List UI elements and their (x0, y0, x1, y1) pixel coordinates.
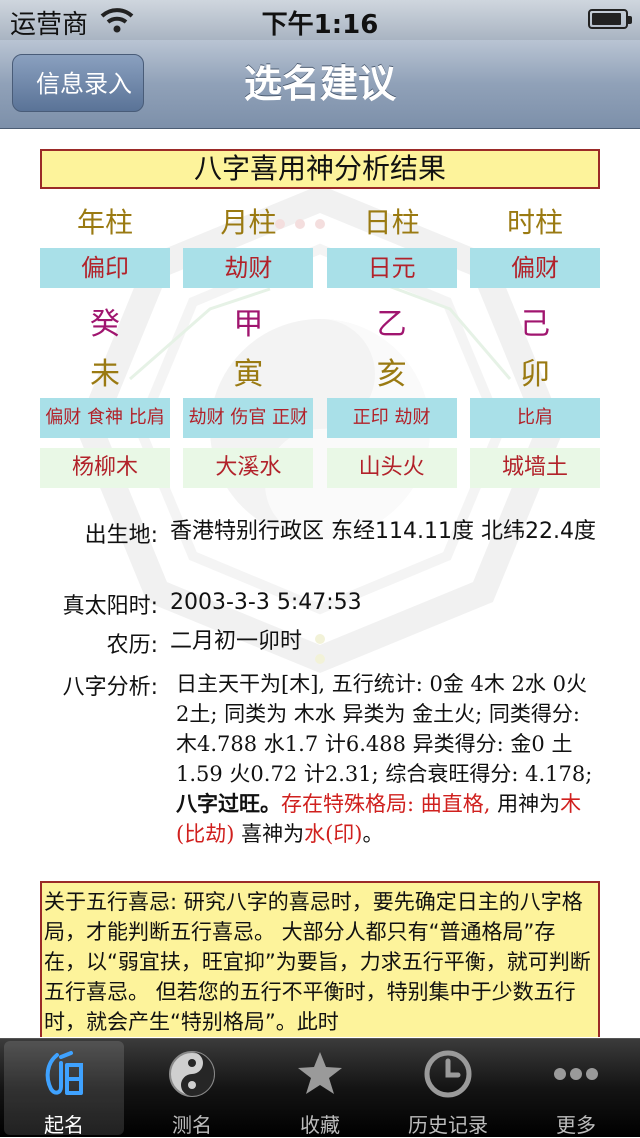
hidden-stems-cell: 比肩 (469, 398, 600, 438)
star-icon (298, 1052, 342, 1094)
tab-more[interactable]: 更多 (516, 1041, 636, 1137)
heavenly-stem: 己 (519, 307, 550, 342)
nayin-cell: 山头火 (326, 448, 457, 488)
analysis-text: 日主天干为[木], 五行统计: 0金 4木 2水 0火 2土; 同类为 木水 异… (176, 669, 596, 849)
lunar-value: 二月初一卯时 (170, 629, 303, 654)
nayin-cell: 杨柳木 (40, 448, 170, 488)
hidden-stems-row: 偏财 食神 比肩 劫财 伤官 正财 正印 劫财 比肩 (40, 398, 600, 438)
earthly-branch: 寅 (233, 357, 264, 392)
birthplace-label: 出生地: (84, 523, 158, 548)
heavenly-stem: 甲 (233, 307, 264, 342)
ten-god-cell: 日元 (326, 248, 457, 288)
lunar-row: 农历: 二月初一卯时 (0, 627, 640, 659)
pillar-name: 月柱 (220, 206, 277, 239)
tab-favorites[interactable]: 收藏 (260, 1041, 380, 1137)
status-bar: 运营商 下午1:16 (0, 0, 640, 40)
birthplace-row: 出生地: 香港特别行政区 东经114.11度 北纬22.4度 (0, 517, 640, 579)
pillar-name: 日柱 (363, 206, 420, 239)
analysis-row: 八字分析: 日主天干为[木], 五行统计: 0金 4木 2水 0火 2土; 同类… (0, 669, 640, 879)
tab-naming[interactable]: 起名 (4, 1041, 124, 1137)
solar-time-value: 2003-3-3 5:47:53 (170, 590, 362, 615)
ten-god-row: 偏印 劫财 日元 偏财 (40, 248, 600, 288)
pillar-name: 年柱 (76, 206, 133, 239)
nayin-row: 杨柳木 大溪水 山头火 城墙土 (40, 448, 600, 488)
heavenly-stem-row: 癸 甲 乙 己 (40, 299, 600, 342)
analysis-part: 日主天干为[木], 五行统计: 0金 4木 2水 0火 2土; 同类为 木水 异… (176, 672, 593, 786)
navigation-bar: 选名建议 信息录入 (0, 40, 640, 129)
name-icon (45, 1051, 83, 1095)
lunar-label: 农历: (106, 633, 158, 658)
tab-label: 更多 (556, 1113, 596, 1137)
ten-god-cell: 偏印 (40, 248, 170, 288)
analysis-verdict: 八字过旺。 (176, 792, 281, 816)
tab-label: 收藏 (300, 1113, 340, 1137)
more-icon (554, 1068, 598, 1080)
tab-bar: 起名 测名 收藏 历史记录 更多 (0, 1038, 640, 1137)
yin-yang-icon (169, 1051, 215, 1097)
birthplace-value: 香港特别行政区 东经114.11度 北纬22.4度 (170, 519, 596, 544)
earthly-branch: 卯 (519, 357, 550, 392)
back-button[interactable]: 信息录入 (12, 54, 144, 112)
tab-test-name[interactable]: 测名 (132, 1041, 252, 1137)
heavenly-stem: 癸 (90, 307, 120, 342)
five-elements-note: 关于五行喜忌: 研究八字的喜忌时，要先确定日主的八字格局，才能判断五行喜忌。 大… (40, 881, 600, 1037)
heavenly-stem: 乙 (376, 307, 407, 342)
pillar-name: 时柱 (506, 206, 563, 239)
hidden-stems-cell: 劫财 伤官 正财 (183, 398, 314, 438)
earthly-branch: 未 (90, 357, 120, 392)
result-header: 八字喜用神分析结果 (40, 149, 600, 189)
special-pattern-text: 存在特殊格局: 曲直格, (281, 792, 491, 816)
nayin-cell: 大溪水 (183, 448, 314, 488)
analysis-part: 喜神为 (241, 822, 305, 846)
ten-god-cell: 劫财 (183, 248, 314, 288)
battery-icon (588, 9, 632, 29)
clock-icon (424, 1050, 472, 1098)
solar-time-row: 真太阳时: 2003-3-3 5:47:53 (0, 588, 640, 620)
earthly-branch-row: 未 寅 亥 卯 (40, 349, 600, 392)
nayin-cell: 城墙土 (469, 448, 600, 488)
analysis-label: 八字分析: (62, 675, 158, 700)
analysis-part: 用神为 (497, 792, 561, 816)
tab-label: 测名 (172, 1113, 212, 1137)
solar-time-label: 真太阳时: (62, 594, 158, 619)
hidden-stems-cell: 正印 劫财 (326, 398, 457, 438)
tab-history[interactable]: 历史记录 (388, 1041, 508, 1137)
earthly-branch: 亥 (376, 357, 407, 392)
ten-god-cell: 偏财 (469, 248, 600, 288)
favorable-god-text: 水(印) (304, 822, 363, 846)
status-time: 下午1:16 (261, 10, 379, 40)
tab-label: 起名 (44, 1113, 84, 1137)
pillar-name-row: 年柱 月柱 日柱 时柱 (40, 201, 600, 241)
analysis-part: 。 (362, 822, 384, 846)
hidden-stems-cell: 偏财 食神 比肩 (40, 398, 170, 438)
content-scroll[interactable]: 八字喜用神分析结果 年柱 月柱 日柱 时柱 偏印 劫财 日元 偏财 癸 甲 乙 … (0, 129, 640, 1037)
tab-label: 历史记录 (408, 1113, 488, 1137)
